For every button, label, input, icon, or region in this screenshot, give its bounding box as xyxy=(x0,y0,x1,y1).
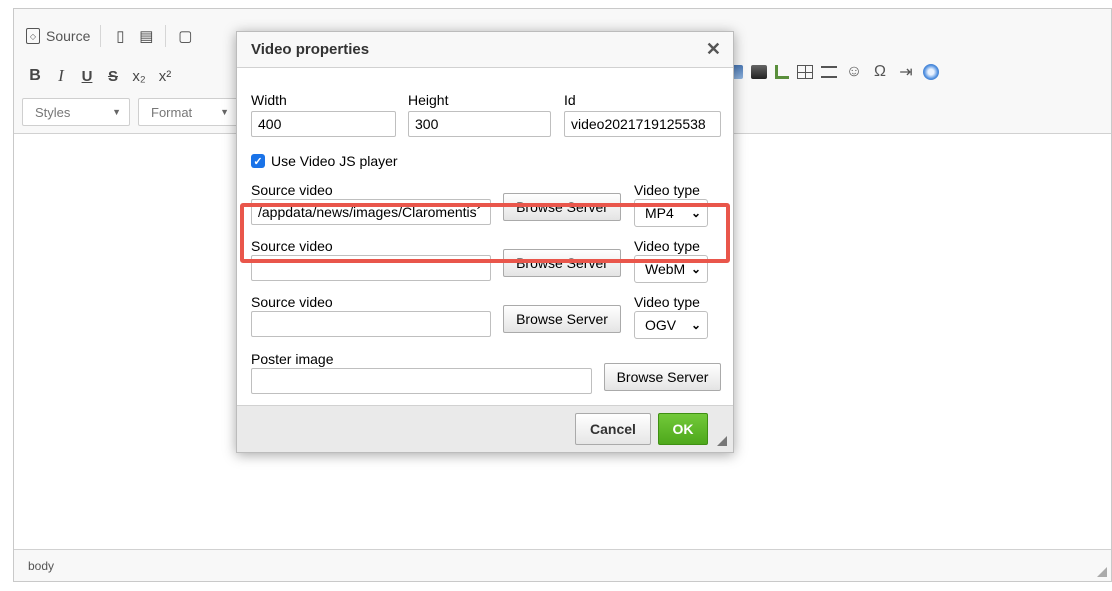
italic-button[interactable]: I xyxy=(48,63,74,89)
highlight-box xyxy=(240,203,730,263)
video-properties-dialog: Video properties ✕ Width Height Id ✓ Use… xyxy=(236,31,734,453)
print-icon: ▤ xyxy=(139,28,154,45)
width-input[interactable] xyxy=(251,111,396,137)
insert-toolbar: ☺ Ω ⇥ xyxy=(727,63,939,81)
print-button[interactable]: ▤ xyxy=(133,23,159,49)
source-label: Source xyxy=(46,28,91,44)
horizontal-rule-icon[interactable] xyxy=(821,66,837,78)
ok-button[interactable]: OK xyxy=(658,413,708,445)
video-type-value: OGV xyxy=(645,317,677,333)
id-input[interactable] xyxy=(564,111,721,137)
source-button[interactable]: ◇ Source xyxy=(22,23,94,49)
poster-image-label: Poster image xyxy=(251,351,334,367)
use-videojs-label: Use Video JS player xyxy=(271,153,398,169)
dialog-footer: Cancel OK xyxy=(237,405,733,452)
source-icon: ◇ xyxy=(26,28,40,44)
video-icon[interactable] xyxy=(923,64,939,80)
chart-icon[interactable] xyxy=(775,65,789,79)
format-label: Format xyxy=(151,104,193,120)
flash-icon[interactable] xyxy=(751,65,767,79)
format-combo[interactable]: Format ▼ xyxy=(138,98,238,126)
table-icon[interactable] xyxy=(797,65,813,79)
poster-image-input[interactable] xyxy=(251,368,592,394)
dialog-titlebar: Video properties ✕ xyxy=(237,32,733,68)
status-bar: body xyxy=(14,549,1111,581)
browse-server-button[interactable]: Browse Server xyxy=(503,305,621,333)
styles-label: Styles xyxy=(35,104,71,120)
height-input[interactable] xyxy=(408,111,551,137)
page-break-icon[interactable]: ⇥ xyxy=(897,63,915,81)
video-type-label: Video type xyxy=(634,182,700,198)
width-label: Width xyxy=(251,92,287,108)
smiley-icon[interactable]: ☺ xyxy=(845,63,863,81)
height-label: Height xyxy=(408,92,449,108)
document-icon: ▢ xyxy=(178,28,193,45)
dialog-body: Width Height Id ✓ Use Video JS player So… xyxy=(237,69,733,402)
resize-grip-icon[interactable] xyxy=(1097,567,1107,577)
dialog-resize-grip-icon[interactable] xyxy=(717,436,727,446)
strikethrough-button[interactable]: S xyxy=(100,63,126,89)
chevron-down-icon: ⌄ xyxy=(690,318,701,332)
id-label: Id xyxy=(564,92,576,108)
video-type-select[interactable]: OGV ⌄ xyxy=(634,311,708,339)
dialog-title: Video properties xyxy=(251,41,370,58)
element-path[interactable]: body xyxy=(28,559,54,573)
poster-browse-server-button[interactable]: Browse Server xyxy=(604,363,721,391)
subscript-button[interactable]: x₂ xyxy=(126,63,152,89)
toolbar-separator xyxy=(100,25,102,47)
video-type-value: WebM xyxy=(645,261,686,277)
source-video-label: Source video xyxy=(251,294,333,310)
cancel-button[interactable]: Cancel xyxy=(575,413,651,445)
bold-button[interactable]: B xyxy=(22,63,48,89)
chevron-down-icon: ▼ xyxy=(220,107,229,117)
toolbar-row-3: Styles ▼ Format ▼ xyxy=(22,98,246,126)
toolbar-row-2: B I U S x₂ x² xyxy=(22,63,178,89)
preview-button[interactable]: ▯ xyxy=(107,23,133,49)
styles-combo[interactable]: Styles ▼ xyxy=(22,98,130,126)
chevron-down-icon: ⌄ xyxy=(690,262,701,276)
source-video-label: Source video xyxy=(251,182,333,198)
toolbar-separator xyxy=(165,25,167,47)
chevron-down-icon: ▼ xyxy=(112,107,121,117)
underline-button[interactable]: U xyxy=(74,63,100,89)
toolbar-row-1: ◇ Source ▯ ▤ ▢ xyxy=(22,23,198,49)
video-type-label: Video type xyxy=(634,294,700,310)
close-icon[interactable]: ✕ xyxy=(706,39,721,60)
use-videojs-checkbox[interactable]: ✓ xyxy=(251,154,265,168)
source-video-input[interactable] xyxy=(251,311,491,337)
templates-button[interactable]: ▢ xyxy=(172,23,198,49)
special-char-icon[interactable]: Ω xyxy=(871,63,889,81)
superscript-button[interactable]: x² xyxy=(152,63,178,89)
preview-icon: ▯ xyxy=(116,28,125,45)
